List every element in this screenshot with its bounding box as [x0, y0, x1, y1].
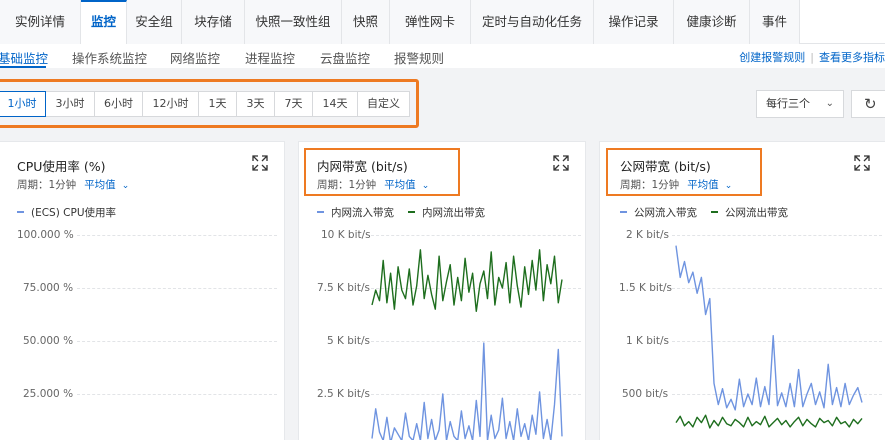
public-bandwidth-plot — [675, 245, 863, 429]
grid-line — [77, 235, 277, 236]
chart-period-text: 周期：1分钟 — [17, 179, 77, 191]
expand-icon[interactable] — [853, 154, 871, 172]
legend-swatch — [17, 211, 24, 213]
chart-card-cpu: CPU使用率 (%) 周期：1分钟 平均值 ⌄ (ECS) CPU使用率 100.0… — [0, 141, 285, 440]
tab-instance-details[interactable]: 实例详情 — [0, 0, 81, 44]
series-line-0 — [371, 342, 563, 440]
refresh-button[interactable]: ↻ — [851, 90, 885, 118]
legend-item[interactable]: 内网流入带宽 — [331, 207, 394, 219]
per-row-select[interactable]: 每行三个 ⌄ — [756, 90, 844, 118]
card-title-highlight — [304, 148, 460, 196]
tab-events[interactable]: 事件 — [750, 0, 800, 44]
subnav-right-links: 创建报警规则 | 查看更多指标 — [739, 49, 885, 65]
subnav-network-monitoring[interactable]: 网络监控 — [170, 48, 220, 67]
y-tick-label: 1.5 K bit/s — [619, 282, 672, 294]
create-alarm-rule-link[interactable]: 创建报警规则 — [739, 51, 805, 64]
link-separator: | — [810, 51, 814, 64]
chart-legend: (ECS) CPU使用率 — [17, 205, 116, 220]
instance-tabbar: 实例详情 监控 安全组 块存储 快照一致性组 快照 弹性网卡 定时与自动化任务 … — [0, 0, 885, 44]
y-tick-label: 5 K bit/s — [327, 335, 370, 347]
time-range-highlight — [0, 79, 419, 128]
legend-item[interactable]: 公网流出带宽 — [725, 207, 788, 219]
subnav-alarm-rules[interactable]: 报警规则 — [394, 48, 444, 67]
legend-item[interactable]: 公网流入带宽 — [634, 207, 697, 219]
series-line-1 — [371, 249, 563, 313]
tab-snapshot[interactable]: 快照 — [342, 0, 390, 44]
legend-item[interactable]: 内网流出带宽 — [422, 207, 485, 219]
series-line-1 — [675, 414, 863, 429]
chart-title: CPU使用率 (%) — [17, 159, 106, 174]
per-row-select-value: 每行三个 — [766, 97, 810, 110]
tab-operation-log[interactable]: 操作记录 — [594, 0, 674, 44]
expand-icon[interactable] — [251, 154, 269, 172]
subnav-basic-monitoring[interactable]: 基础监控 — [0, 48, 48, 67]
series-line-0 — [675, 245, 863, 411]
y-tick-label: 75.000 % — [23, 282, 74, 294]
y-tick-label: 25.000 % — [23, 388, 74, 400]
aggregation-select[interactable]: 平均值 — [84, 179, 116, 191]
legend-swatch — [408, 211, 415, 213]
y-tick-label: 2 K bit/s — [626, 229, 669, 241]
legend-item[interactable]: (ECS) CPU使用率 — [31, 207, 116, 219]
time-range-1h[interactable]: 1小时 — [0, 91, 46, 117]
y-tick-label: 100.000 % — [17, 229, 74, 241]
chart-legend: 公网流入带宽 公网流出带宽 — [620, 205, 788, 220]
tab-eni[interactable]: 弹性网卡 — [390, 0, 471, 44]
tab-monitoring[interactable]: 监控 — [81, 0, 127, 44]
tab-snapshot-consistency-group[interactable]: 快照一致性组 — [245, 0, 342, 44]
subnav-disk-monitoring[interactable]: 云盘监控 — [320, 48, 370, 67]
tabbar-filler — [800, 0, 885, 43]
chart-card-public-bandwidth: 公网带宽 (bit/s) 周期：1分钟 平均值 ⌄ 公网流入带宽 公网流出带宽 2 K… — [599, 141, 885, 440]
tab-health-diagnosis[interactable]: 健康诊断 — [674, 0, 750, 44]
chart-legend: 内网流入带宽 内网流出带宽 — [317, 205, 485, 220]
grid-line — [77, 394, 277, 395]
internal-bandwidth-plot — [371, 249, 563, 440]
legend-swatch — [711, 211, 718, 213]
y-tick-label: 2.5 K bit/s — [317, 388, 370, 400]
chevron-down-icon: ⌄ — [825, 98, 834, 109]
subnav-os-monitoring[interactable]: 操作系统监控 — [72, 48, 147, 67]
y-tick-label: 1 K bit/s — [626, 335, 669, 347]
refresh-icon: ↻ — [864, 95, 877, 113]
chart-period: 周期：1分钟 平均值 ⌄ — [17, 177, 129, 192]
tab-scheduled-tasks[interactable]: 定时与自动化任务 — [471, 0, 594, 44]
grid-line — [77, 341, 277, 342]
tab-security-group[interactable]: 安全组 — [127, 0, 182, 44]
chevron-down-icon[interactable]: ⌄ — [122, 181, 130, 191]
chart-card-internal-bandwidth: 内网带宽 (bit/s) 周期：1分钟 平均值 ⌄ 内网流入带宽 内网流出带宽 10 … — [298, 141, 586, 440]
monitoring-subnav: 基础监控 操作系统监控 网络监控 进程监控 云盘监控 报警规则 创建报警规则 | 查… — [0, 44, 885, 68]
y-tick-label: 500 bit/s — [622, 388, 669, 400]
legend-swatch — [620, 211, 627, 213]
y-tick-label: 50.000 % — [23, 335, 74, 347]
monitoring-page: 实例详情 监控 安全组 块存储 快照一致性组 快照 弹性网卡 定时与自动化任务 … — [0, 0, 885, 440]
legend-swatch — [317, 211, 324, 213]
y-tick-label: 7.5 K bit/s — [317, 282, 370, 294]
card-title-highlight — [606, 148, 762, 196]
tab-block-storage[interactable]: 块存储 — [182, 0, 245, 44]
y-tick-label: 10 K bit/s — [321, 229, 371, 241]
subnav-process-monitoring[interactable]: 进程监控 — [245, 48, 295, 67]
expand-icon[interactable] — [552, 154, 570, 172]
view-more-metrics-link[interactable]: 查看更多指标 — [819, 51, 885, 64]
grid-line — [77, 288, 277, 289]
